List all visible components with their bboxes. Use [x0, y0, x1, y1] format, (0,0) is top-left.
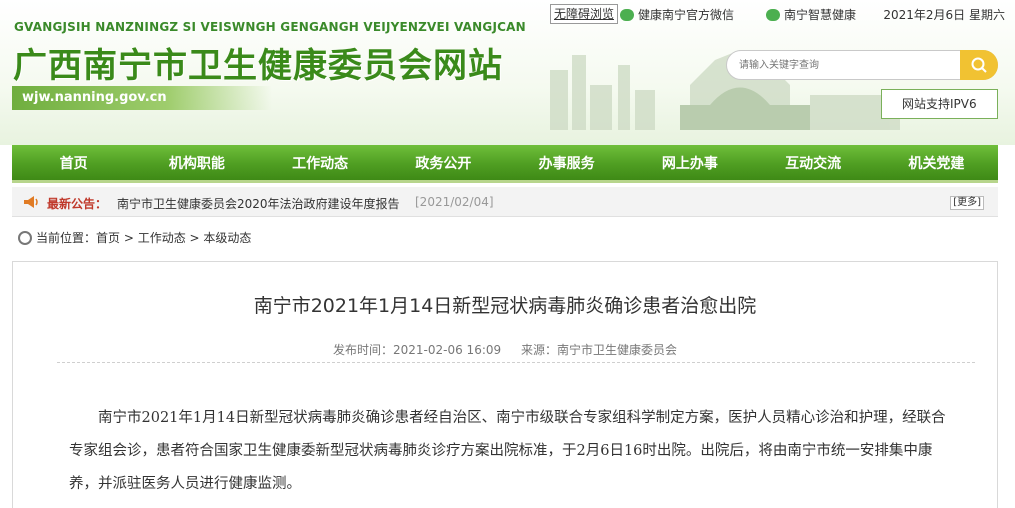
- notice-bar: 最新公告： 南宁市卫生健康委员会2020年法治政府建设年度报告 [2021/02…: [12, 187, 998, 217]
- wechat-link[interactable]: 健康南宁官方微信: [620, 6, 734, 23]
- wechat-icon: [766, 8, 780, 21]
- breadcrumb-separator: >: [120, 231, 138, 245]
- search-input[interactable]: [739, 55, 954, 75]
- nav-item-party[interactable]: 机关党建: [875, 145, 998, 180]
- notice-label: 最新公告：: [47, 197, 108, 211]
- article-meta: 发布时间：2021-02-06 16:09 来源：南宁市卫生健康委员会: [13, 341, 997, 358]
- article-panel: 南宁市2021年1月14日新型冠状病毒肺炎确诊患者治愈出院 发布时间：2021-…: [12, 261, 998, 508]
- ipv6-badge[interactable]: 网站支持IPV6: [881, 89, 998, 119]
- search-icon: [971, 57, 987, 73]
- smart-health-link[interactable]: 南宁智慧健康: [766, 6, 856, 23]
- nav-item-home[interactable]: 首页: [12, 145, 135, 180]
- wechat-icon: [620, 8, 634, 21]
- nav-item-online-services[interactable]: 网上办事: [628, 145, 751, 180]
- notice-link[interactable]: 南宁市卫生健康委员会2020年法治政府建设年度报告: [117, 195, 400, 212]
- site-url: wjw.nanning.gov.cn: [12, 86, 272, 110]
- article-title: 南宁市2021年1月14日新型冠状病毒肺炎确诊患者治愈出院: [253, 295, 757, 317]
- accessibility-link[interactable]: 无障碍浏览: [550, 4, 619, 24]
- more-link[interactable]: [更多]: [950, 196, 984, 210]
- breadcrumb-home[interactable]: 首页: [96, 231, 120, 245]
- nav-item-news[interactable]: 工作动态: [259, 145, 382, 180]
- breadcrumb: 当前位置：首页 > 工作动态 > 本级动态: [18, 229, 251, 246]
- site-title[interactable]: 广西南宁市卫生健康委员会网站: [13, 38, 503, 87]
- top-bar: 无障碍浏览 健康南宁官方微信 南宁智慧健康 2021年2月6日 星期六: [550, 4, 1005, 24]
- search-button[interactable]: [960, 50, 998, 80]
- wechat-label: 健康南宁官方微信: [638, 8, 735, 22]
- city-skyline-image: [550, 50, 900, 130]
- nav-item-functions[interactable]: 机构职能: [135, 145, 258, 180]
- breadcrumb-prefix: 当前位置：: [36, 231, 97, 245]
- nav-item-interaction[interactable]: 互动交流: [752, 145, 875, 180]
- article-source: 来源：南宁市卫生健康委员会: [520, 343, 677, 357]
- divider: [57, 362, 975, 363]
- nav-item-services[interactable]: 办事服务: [505, 145, 628, 180]
- publish-time: 发布时间：2021-02-06 16:09: [333, 343, 502, 357]
- breadcrumb-separator: >: [185, 231, 204, 245]
- search-box[interactable]: [726, 50, 998, 80]
- notice-date: [2021/02/04]: [415, 195, 494, 209]
- smart-health-label: 南宁智慧健康: [784, 8, 857, 22]
- breadcrumb-news[interactable]: 工作动态: [138, 231, 186, 245]
- location-icon: [18, 230, 32, 245]
- site-header: 无障碍浏览 健康南宁官方微信 南宁智慧健康 2021年2月6日 星期六 GVAN…: [0, 0, 1015, 145]
- breadcrumb-local-news[interactable]: 本级动态: [203, 231, 251, 245]
- horn-icon: [24, 196, 38, 208]
- site-title-pinyin: GVANGJSIH NANZNINGZ SI VEISWNGH GENGANGH…: [14, 20, 526, 34]
- main-nav: 首页 机构职能 工作动态 政务公开 办事服务 网上办事 互动交流 机关党建: [12, 145, 998, 183]
- article-body: 南宁市2021年1月14日新型冠状病毒肺炎确诊患者经自治区、南宁市级联合专家组科…: [69, 410, 946, 492]
- nav-item-gov-affairs[interactable]: 政务公开: [382, 145, 505, 180]
- current-date: 2021年2月6日 星期六: [883, 8, 1005, 22]
